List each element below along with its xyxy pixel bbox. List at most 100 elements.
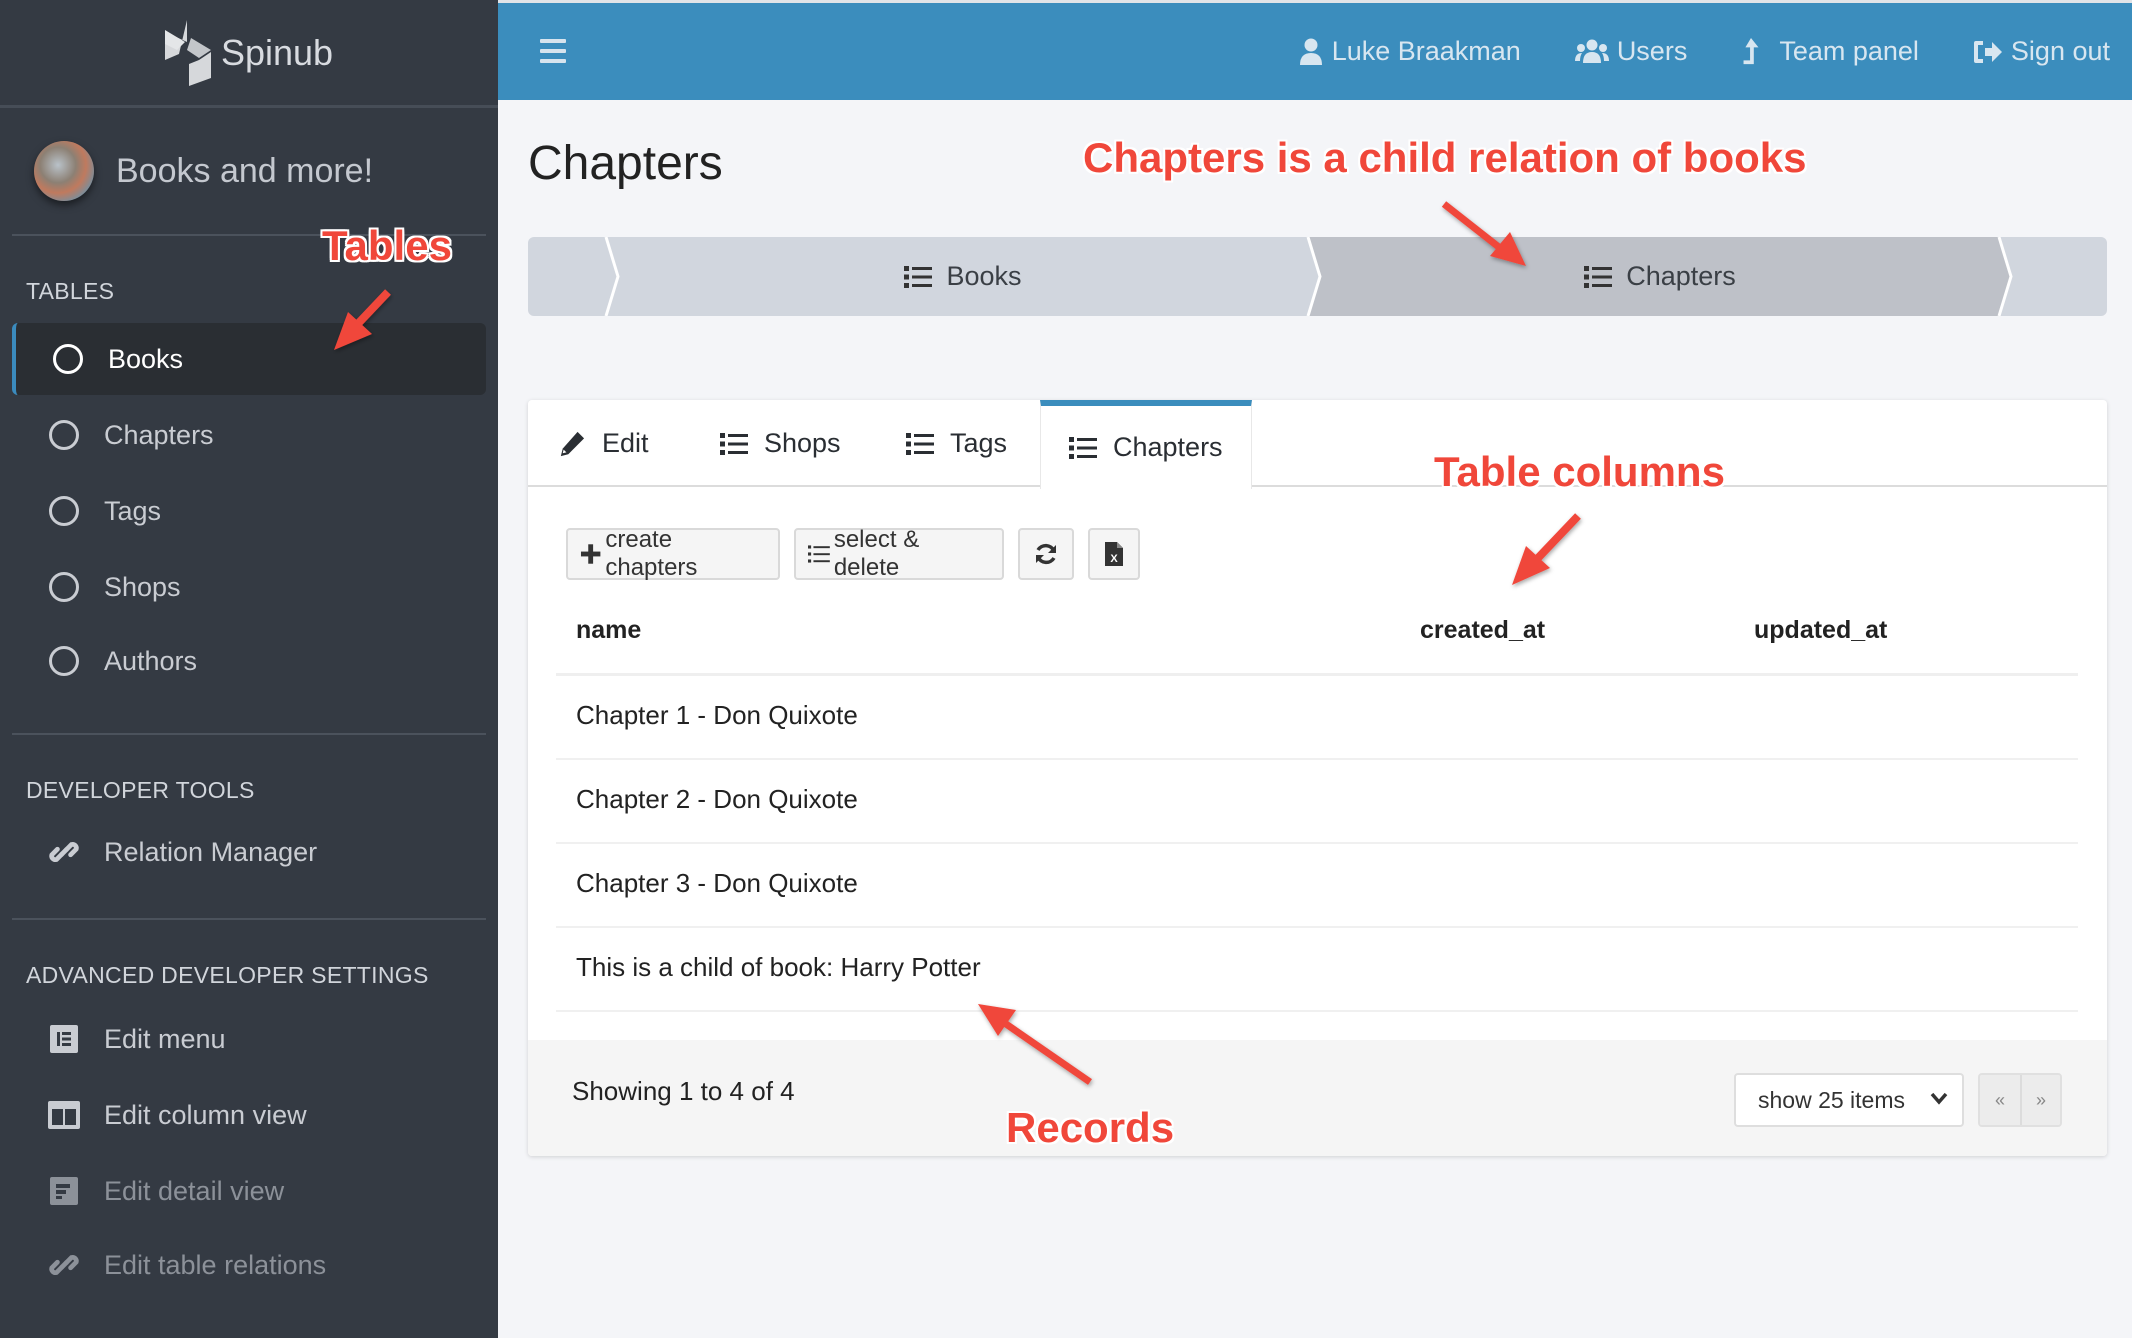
list-icon	[904, 265, 933, 288]
user-name: Luke Braakman	[1331, 36, 1521, 66]
circle-icon	[48, 495, 80, 527]
circle-icon	[52, 343, 84, 375]
tab-chapters[interactable]: Chapters	[1040, 400, 1252, 489]
menu-layout-icon	[48, 1023, 80, 1055]
level-up-icon	[1743, 37, 1759, 64]
next-page-button[interactable]: »	[2020, 1075, 2060, 1125]
select-delete-button[interactable]: select & delete	[794, 526, 1004, 581]
create-chapters-button[interactable]: create chapters	[566, 526, 780, 581]
export-excel-button[interactable]: X	[1088, 528, 1140, 580]
tab-tags[interactable]: Tags	[906, 400, 1007, 487]
prev-page-button[interactable]: «	[1980, 1075, 2020, 1125]
tab-label: Chapters	[1113, 432, 1223, 462]
list-icon	[906, 432, 934, 455]
breadcrumb-item-books[interactable]: Books	[618, 237, 1308, 316]
list-icon	[808, 545, 830, 563]
breadcrumb-item-chapters[interactable]: Chapters	[1320, 237, 2000, 316]
list-icon	[720, 432, 748, 455]
excel-file-icon: X	[1105, 542, 1123, 566]
link-icon	[48, 836, 80, 868]
tab-shops[interactable]: Shops	[720, 400, 841, 487]
brand-name: Spinub	[220, 31, 334, 73]
circle-icon	[48, 419, 80, 451]
users-icon	[1574, 39, 1609, 63]
cell-name: Chapter 1 - Don Quixote	[576, 700, 858, 730]
sidebar-item-edit-table-relations[interactable]: Edit table relations	[12, 1229, 486, 1301]
table-row[interactable]: Chapter 3 - Don Quixote	[556, 844, 2078, 928]
sign-out-label: Sign out	[2010, 36, 2110, 66]
sidebar-item-relation-manager[interactable]: Relation Manager	[12, 816, 486, 888]
org-name: Books and more!	[116, 151, 374, 190]
detail-card: Edit Shops Tags Chapters create chapters…	[528, 400, 2107, 1156]
team-panel-label: Team panel	[1779, 36, 1919, 66]
breadcrumb-label: Books	[946, 261, 1022, 291]
refresh-button[interactable]	[1018, 528, 1074, 580]
sidebar-item-label: Edit menu	[104, 1023, 226, 1054]
sidebar-item-label: Edit detail view	[104, 1175, 285, 1206]
users-label: Users	[1616, 36, 1688, 66]
sidebar-item-edit-detail-view[interactable]: Edit detail view	[12, 1155, 486, 1227]
org-avatar	[34, 141, 94, 201]
breadcrumb: Books Chapters	[528, 237, 2107, 316]
select-delete-label: select & delete	[833, 526, 920, 581]
sidebar-item-tags[interactable]: Tags	[12, 475, 486, 547]
hamburger-icon[interactable]	[540, 39, 566, 63]
table-footer: Showing 1 to 4 of 4 show 25 items « »	[528, 1040, 2107, 1156]
sign-out-icon	[1973, 40, 2002, 63]
sidebar-item-shops[interactable]: Shops	[12, 551, 486, 623]
chevron-down-icon	[1930, 1092, 1948, 1105]
table-row[interactable]: Chapter 1 - Don Quixote	[556, 676, 2078, 760]
sidebar-item-label: Authors	[104, 645, 198, 676]
sidebar-item-label: Edit table relations	[104, 1249, 327, 1280]
refresh-icon	[1036, 543, 1056, 565]
tab-edit[interactable]: Edit	[558, 400, 649, 487]
detail-layout-icon	[48, 1175, 80, 1207]
table-toolbar: create chapters select & delete X	[566, 526, 1140, 581]
pencil-icon	[560, 431, 585, 456]
page-size-select[interactable]: show 25 items	[1734, 1073, 1964, 1127]
cell-name: Chapter 3 - Don Quixote	[576, 868, 858, 898]
page-size-value: show 25 items	[1758, 1086, 1906, 1113]
sign-out-link[interactable]: Sign out	[1973, 36, 2110, 67]
tab-label: Tags	[950, 428, 1008, 458]
table-header: name created_at updated_at	[556, 600, 2078, 676]
annotation-tables: Tables	[322, 222, 452, 269]
sidebar-item-label: Chapters	[104, 419, 214, 450]
tab-bar: Edit Shops Tags Chapters	[528, 400, 2107, 489]
column-header-created-at[interactable]: created_at	[1420, 616, 1545, 645]
section-title-developer-tools: DEVELOPER TOOLS	[26, 777, 255, 803]
sidebar-item-label: Books	[108, 343, 184, 374]
sidebar-item-chapters[interactable]: Chapters	[12, 399, 486, 471]
team-panel-link[interactable]: Team panel	[1741, 36, 1919, 67]
sidebar-item-authors[interactable]: Authors	[12, 625, 486, 697]
table-row[interactable]: This is a child of book: Harry Potter	[556, 928, 2078, 1012]
plus-icon	[580, 544, 601, 564]
cell-name: Chapter 2 - Don Quixote	[576, 784, 858, 814]
circle-icon	[48, 645, 80, 677]
columns-icon	[48, 1099, 80, 1131]
pagination: « »	[1978, 1073, 2062, 1127]
sidebar-item-label: Shops	[104, 571, 181, 602]
users-link[interactable]: Users	[1574, 36, 1688, 67]
tab-label: Edit	[602, 428, 649, 458]
top-bar: Luke Braakman Users Team panel Sign out	[498, 0, 2132, 100]
organization[interactable]: Books and more!	[0, 108, 498, 234]
list-icon	[1584, 265, 1613, 288]
sidebar-item-edit-column-view[interactable]: Edit column view	[12, 1079, 486, 1151]
annotation-table-columns: Table columns	[1434, 448, 1725, 495]
page-title: Chapters	[528, 137, 723, 190]
user-profile-link[interactable]: Luke Braakman	[1298, 36, 1521, 67]
section-title-tables: TABLES	[26, 278, 115, 304]
svg-text:X: X	[1110, 553, 1118, 565]
column-header-updated-at[interactable]: updated_at	[1754, 616, 1887, 645]
list-icon	[1069, 436, 1097, 459]
record-count: Showing 1 to 4 of 4	[572, 1076, 795, 1106]
column-header-name[interactable]: name	[576, 616, 641, 645]
section-title-advanced-developer-settings: ADVANCED DEVELOPER SETTINGS	[26, 962, 429, 988]
circle-icon	[48, 571, 80, 603]
sidebar-item-books[interactable]: Books	[12, 323, 486, 395]
table-row[interactable]: Chapter 2 - Don Quixote	[556, 760, 2078, 844]
link-icon	[48, 1249, 80, 1281]
sidebar-item-edit-menu[interactable]: Edit menu	[12, 1003, 486, 1075]
brand[interactable]: Spinub	[0, 0, 498, 108]
